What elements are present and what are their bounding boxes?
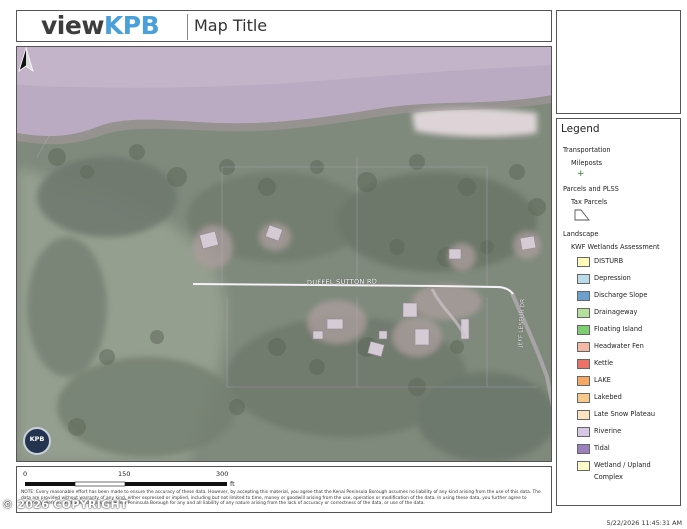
- copyright-watermark: © 2026 COPYRIGHT: [2, 498, 128, 511]
- wetland-swatch: [577, 427, 590, 437]
- aerial-imagery: [17, 47, 551, 461]
- legend-title: Legend: [561, 123, 600, 135]
- wetland-swatch: [577, 393, 590, 403]
- map-view[interactable]: DUFFEL SUTTON RD JEFF LESEUR DR KPB: [16, 46, 552, 462]
- legend-group-landscape: Landscape: [563, 230, 599, 238]
- wetland-label: Riverine: [594, 427, 622, 435]
- map-header: viewKPB Map Title: [16, 10, 552, 42]
- wetland-label: Floating Island: [594, 325, 643, 333]
- wetland-swatch: [577, 359, 590, 369]
- wetland-swatch: [577, 308, 590, 318]
- wetland-swatch: [577, 257, 590, 267]
- wetland-label: Depression: [594, 274, 631, 282]
- scale-bar: [25, 481, 227, 487]
- wetland-swatch: [577, 342, 590, 352]
- map-title: Map Title: [194, 16, 268, 35]
- logo-text-kpb: KPB: [103, 11, 160, 40]
- print-timestamp: 5/22/2026 11:45:31 AM: [606, 519, 682, 527]
- wetland-swatch: [577, 410, 590, 420]
- road-label: DUFFEL SUTTON RD: [306, 277, 378, 287]
- legend-group-transportation: Transportation: [563, 146, 611, 154]
- logo-text-view: view: [41, 11, 104, 40]
- legend-item-mileposts: Mileposts: [571, 159, 603, 167]
- wetland-swatch: [577, 376, 590, 386]
- wetland-swatch: [577, 461, 590, 471]
- wetland-label: Lakebed: [594, 393, 622, 401]
- wetland-label: Wetland / Upland: [594, 461, 651, 469]
- wetland-swatch: [577, 444, 590, 454]
- wetland-label: Tidal: [594, 444, 610, 452]
- overview-map-box: [556, 10, 681, 114]
- wetland-label: Late Snow Plateau: [594, 410, 656, 418]
- wetland-label: Kettle: [594, 359, 614, 367]
- legend-panel: Legend Transportation Mileposts + Parcel…: [556, 118, 681, 506]
- scale-tick-150: 150: [118, 470, 131, 478]
- wetland-label: DISTURB: [594, 257, 624, 265]
- scale-tick-300: 300: [216, 470, 229, 478]
- legend-item-kwf-wetlands: KWF Wetlands Assessment: [571, 243, 660, 251]
- parcel-polygon-icon: [574, 209, 590, 221]
- scale-tick-0: 0: [23, 470, 28, 478]
- wetland-label: LAKE: [594, 376, 611, 384]
- legend-group-parcels: Parcels and PLSS: [563, 185, 619, 193]
- plus-marker-icon: +: [577, 169, 585, 179]
- wetland-label: Discharge Slope: [594, 291, 648, 299]
- north-arrow-icon: [18, 47, 34, 73]
- kpb-badge-icon: KPB: [23, 427, 51, 455]
- wetland-label: Drainageway: [594, 308, 638, 316]
- wetland-swatch: [577, 325, 590, 335]
- wetland-label: Headwater Fen: [594, 342, 644, 350]
- wetland-label-line2: Complex: [594, 473, 623, 481]
- wetland-swatch: [577, 291, 590, 301]
- header-divider: [187, 14, 188, 40]
- wetland-swatch: [577, 274, 590, 284]
- viewkpb-logo[interactable]: viewKPB: [41, 11, 160, 41]
- legend-item-tax-parcels: Tax Parcels: [571, 198, 608, 206]
- kpb-badge-text: KPB: [29, 435, 45, 443]
